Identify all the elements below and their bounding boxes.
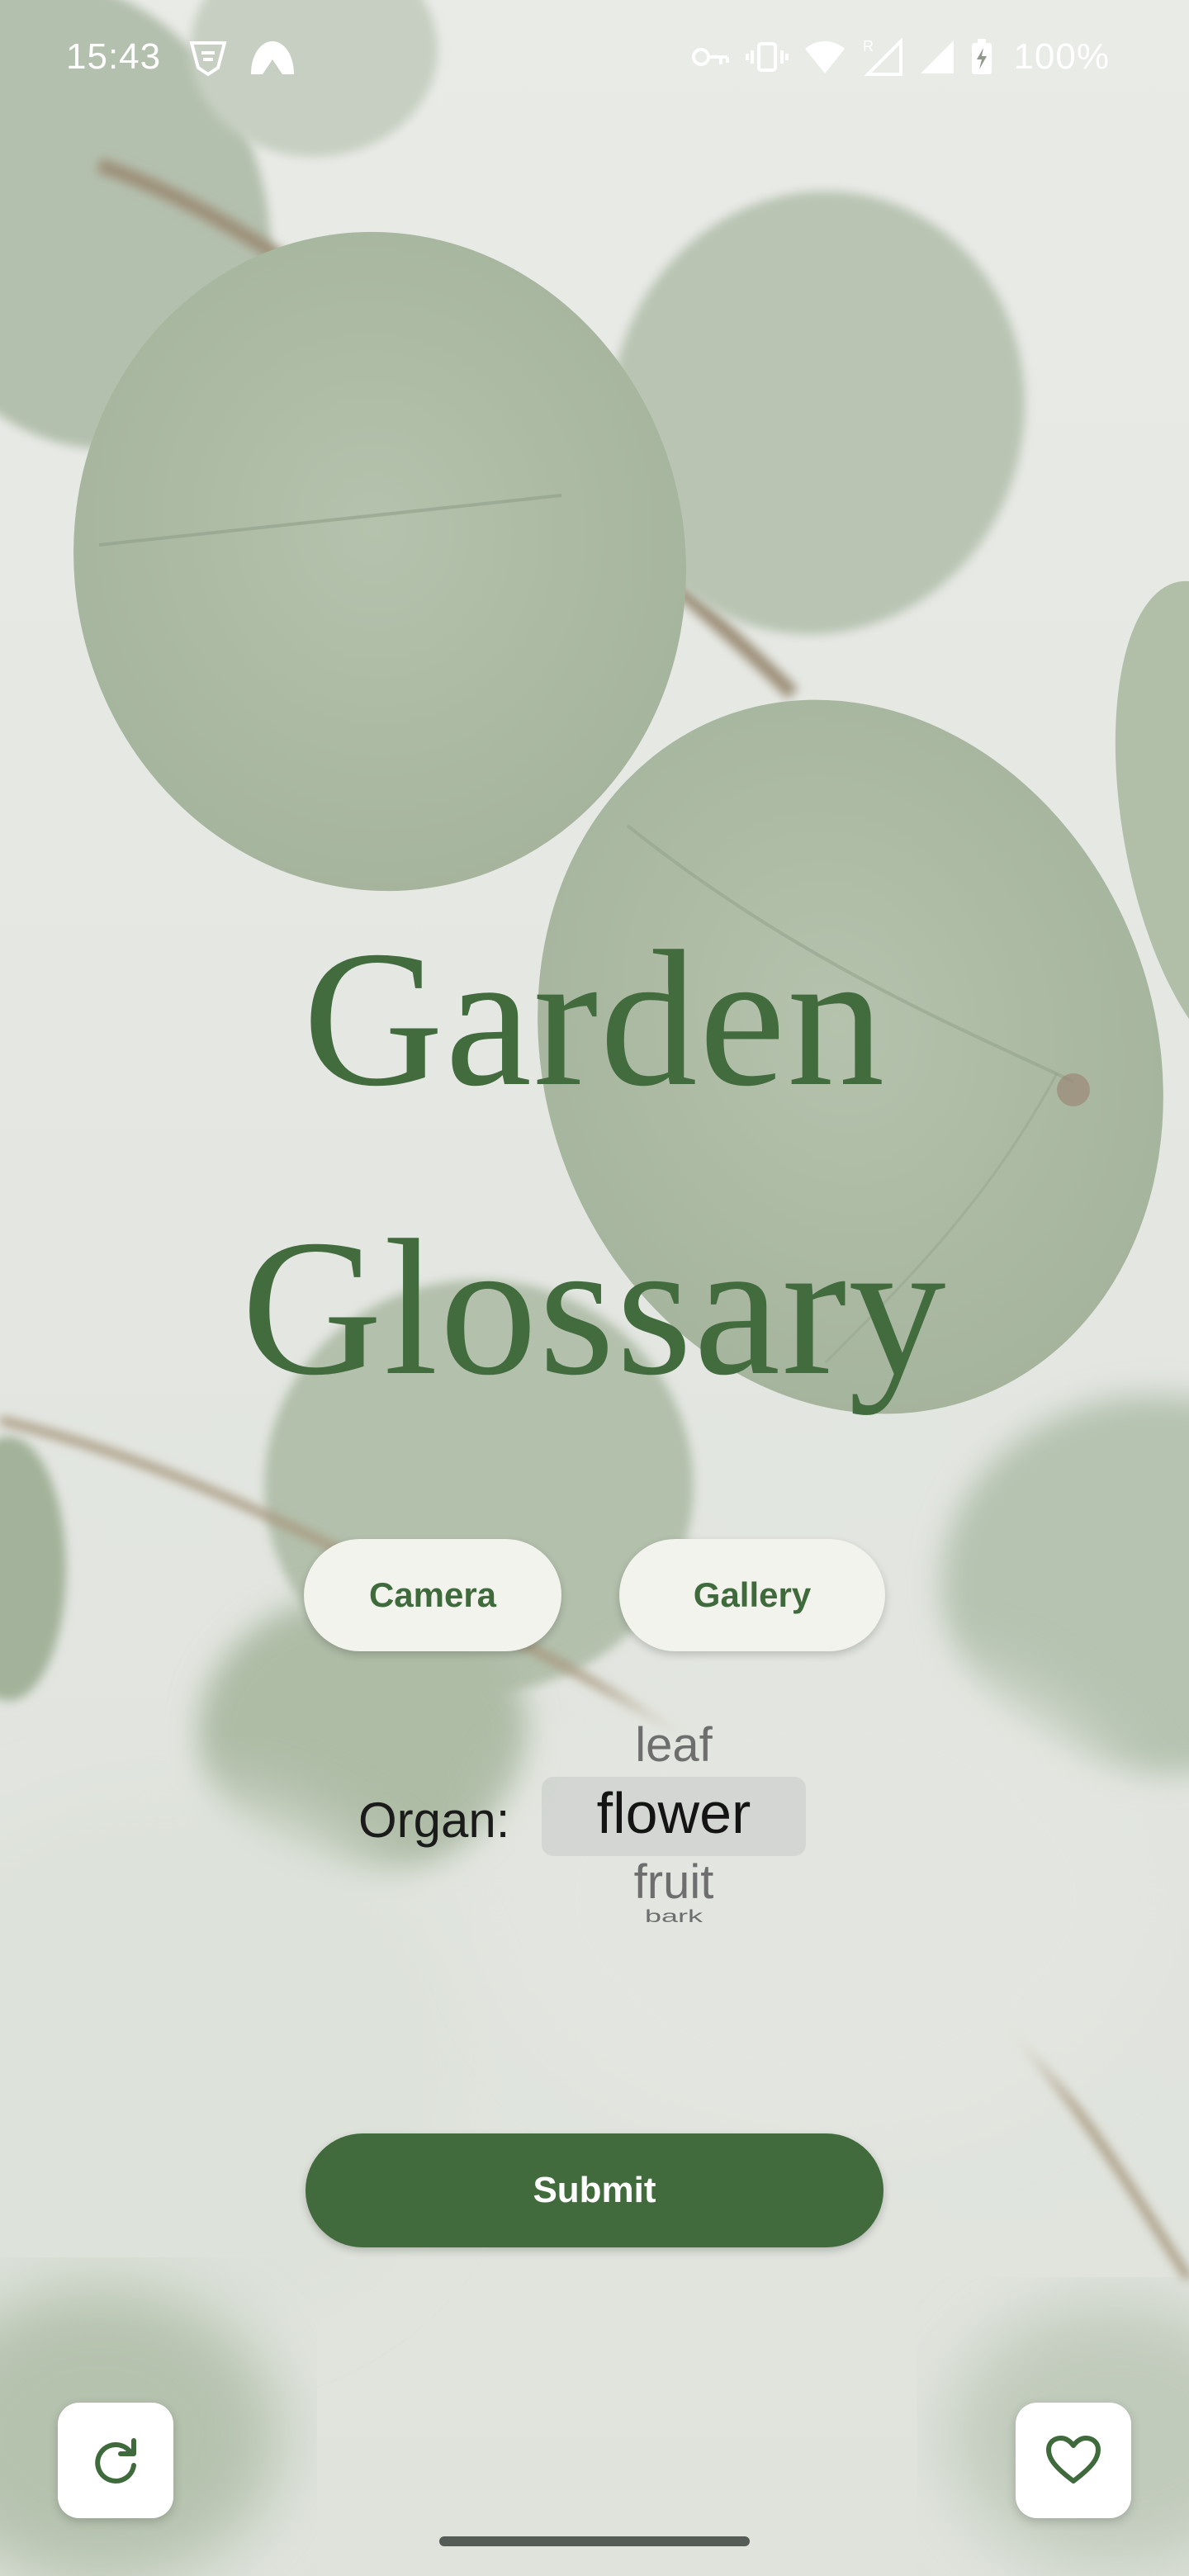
camera-button[interactable]: Camera — [304, 1539, 561, 1651]
app-title: Garden Glossary — [0, 875, 1189, 1453]
battery-percentage: 100% — [1013, 36, 1110, 77]
organ-option-flower-selected[interactable]: flower — [542, 1780, 806, 1846]
status-left-icons — [188, 38, 296, 76]
organ-option-leaf[interactable]: leaf — [542, 1717, 806, 1773]
signal-r-icon: R — [863, 38, 903, 76]
key-icon — [692, 48, 730, 66]
svg-text:R: R — [863, 38, 874, 54]
refresh-icon — [95, 2438, 136, 2484]
organ-option-bark[interactable]: bark — [542, 1906, 806, 1926]
refresh-button[interactable] — [58, 2403, 173, 2518]
favorites-button[interactable] — [1016, 2403, 1131, 2518]
status-time: 15:43 — [66, 36, 162, 77]
vibrate-icon — [746, 42, 789, 72]
gallery-button[interactable]: Gallery — [619, 1539, 885, 1651]
status-right-icons: R 100% — [691, 36, 1110, 78]
heart-icon — [1046, 2436, 1101, 2484]
battery-charging-icon — [972, 39, 992, 74]
organ-option-fruit[interactable]: fruit — [542, 1854, 806, 1910]
vpn-shield-icon — [189, 41, 227, 76]
home-indicator-bar[interactable] — [439, 2536, 750, 2546]
title-line-2: Glossary — [241, 1200, 948, 1416]
submit-button[interactable]: Submit — [306, 2133, 883, 2247]
signal-icon — [921, 40, 955, 73]
organ-label: Organ: — [358, 1792, 510, 1848]
title-line-1: Garden — [302, 912, 887, 1127]
wifi-icon — [805, 41, 846, 73]
status-bar: 15:43 R 100% — [0, 0, 1189, 116]
cloud-mountain-icon — [251, 41, 294, 74]
